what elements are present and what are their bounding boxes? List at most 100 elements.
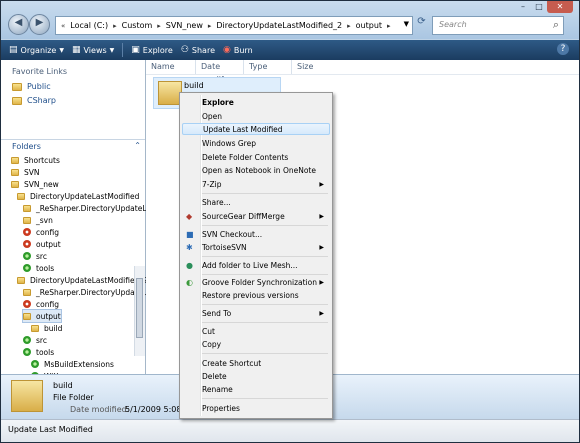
folder-icon — [11, 180, 19, 188]
tree-item-label: MsBuildExtensions — [44, 359, 114, 369]
menu-item-share[interactable]: Share... — [182, 196, 330, 208]
address-bar[interactable]: « Local (C:) ▸ Custom ▸ SVN_new ▸ Direct… — [55, 16, 413, 35]
explore-button[interactable]: ▣ Explore — [131, 45, 173, 55]
breadcrumb-separator-icon[interactable]: ▸ — [387, 22, 391, 30]
help-icon[interactable]: ? — [557, 43, 569, 55]
menu-item-7zip[interactable]: 7-Zip ▶ — [182, 178, 330, 190]
menu-item-rename[interactable]: Rename — [182, 383, 330, 395]
breadcrumb-directory[interactable]: DirectoryUpdateLastModified_2 — [216, 21, 342, 30]
breadcrumb-svn-new[interactable]: SVN_new — [166, 21, 203, 30]
tree-item[interactable]: _svn — [23, 214, 53, 226]
tree-item[interactable]: tools — [23, 346, 54, 358]
menu-separator — [202, 304, 328, 305]
search-icon[interactable]: ⌕ — [553, 18, 559, 32]
tree-item[interactable]: output — [23, 238, 61, 250]
menu-item-explore[interactable]: Explore — [182, 96, 330, 108]
tree-item-label: SVN_new — [24, 179, 59, 189]
tree-item[interactable]: tools — [23, 262, 54, 274]
menu-item-restore-previous-versions[interactable]: Restore previous versions — [182, 289, 330, 301]
favorite-link-csharp[interactable]: CSharp — [12, 96, 56, 105]
menu-item-label: Properties — [202, 403, 240, 413]
tree-item[interactable]: build — [31, 322, 62, 334]
explorer-window: ◀ ▶ « Local (C:) ▸ Custom ▸ SVN_new ▸ Di… — [0, 0, 580, 443]
breadcrumb-separator-icon[interactable]: ▸ — [113, 22, 117, 30]
submenu-arrow-icon: ▶ — [319, 309, 324, 317]
organize-button[interactable]: ▤ Organize ▼ — [9, 45, 64, 55]
menu-item-label: Open — [202, 111, 223, 121]
search-placeholder: Search — [439, 20, 467, 29]
folder-icon — [23, 288, 31, 296]
menu-item-delete-folder-contents[interactable]: Delete Folder Contents — [182, 151, 330, 163]
tree-item[interactable]: config — [23, 226, 59, 238]
folders-scrollbar[interactable] — [134, 266, 145, 356]
tree-item[interactable]: DirectoryUpdateLastModified_2 — [17, 274, 148, 286]
views-icon: ▦ — [71, 45, 81, 55]
menu-item-svn-checkout[interactable]: ■ SVN Checkout... — [182, 228, 330, 240]
menu-item-add-to-live-mesh[interactable]: ● Add folder to Live Mesh... — [182, 259, 330, 271]
tree-item[interactable]: src — [23, 250, 47, 262]
submenu-arrow-icon: ▶ — [319, 278, 324, 286]
menu-item-label: Add folder to Live Mesh... — [202, 260, 298, 270]
folder-icon — [23, 216, 31, 224]
tree-item[interactable]: MsBuildExtensions — [31, 358, 114, 370]
burn-label: Burn — [233, 45, 253, 55]
menu-item-delete[interactable]: Delete — [182, 370, 330, 382]
menu-item-properties[interactable]: Properties — [182, 402, 330, 414]
column-header-name[interactable]: Name — [146, 60, 196, 74]
details-type: File Folder — [53, 393, 94, 402]
chevron-up-icon[interactable]: ⌃ — [134, 141, 141, 150]
folders-header[interactable]: Folders ⌃ — [1, 139, 145, 154]
column-header-size[interactable]: Size — [292, 60, 340, 74]
back-arrow-icon: ◀ — [14, 17, 23, 28]
address-dropdown-icon[interactable]: ▼ — [404, 20, 409, 28]
menu-item-send-to[interactable]: Send To ▶ — [182, 307, 330, 319]
tree-item[interactable]: SVN_new — [11, 178, 59, 190]
share-button[interactable]: ⚇ Share — [181, 45, 215, 55]
column-header-date-modified[interactable]: Date modif... — [196, 60, 244, 84]
refresh-icon[interactable]: ⟳ — [414, 16, 429, 33]
menu-item-groove-sync[interactable]: ◐ Groove Folder Synchronization ▶ — [182, 276, 330, 288]
menu-separator — [202, 274, 328, 275]
menu-item-label: Open as Notebook in OneNote — [202, 165, 316, 175]
tree-item-label: DirectoryUpdateLastModified_2 — [30, 275, 148, 285]
menu-item-create-shortcut[interactable]: Create Shortcut — [182, 357, 330, 369]
breadcrumb-custom[interactable]: Custom — [122, 21, 153, 30]
views-button[interactable]: ▦ Views ▼ — [72, 45, 114, 55]
groove-icon: ◐ — [186, 277, 193, 287]
menu-item-open-as-notebook[interactable]: Open as Notebook in OneNote — [182, 164, 330, 176]
breadcrumb-output[interactable]: output — [356, 21, 382, 30]
tree-item[interactable]: SVN — [11, 166, 40, 178]
menu-item-copy[interactable]: Copy — [182, 338, 330, 350]
tree-item[interactable]: _ReSharper.DirectoryUpdateLast — [23, 202, 158, 214]
breadcrumb-separator-icon[interactable]: ▸ — [347, 22, 351, 30]
favorite-link-public[interactable]: Public — [12, 82, 51, 91]
column-header-type[interactable]: Type — [244, 60, 292, 74]
menu-item-open[interactable]: Open — [182, 110, 330, 122]
menu-item-update-last-modified[interactable]: Update Last Modified — [182, 123, 330, 135]
breadcrumb-root-icon: « — [61, 21, 66, 30]
menu-item-sourcegear-diffmerge[interactable]: ◆ SourceGear DiffMerge ▶ — [182, 210, 330, 222]
minimize-button[interactable]: – — [515, 1, 531, 13]
forward-button[interactable]: ▶ — [29, 14, 50, 35]
tree-item[interactable]: DirectoryUpdateLastModified — [17, 190, 139, 202]
menu-item-windows-grep[interactable]: Windows Grep — [182, 137, 330, 149]
maximize-button[interactable]: □ — [531, 1, 547, 13]
toolbar-divider — [122, 43, 124, 57]
back-button[interactable]: ◀ — [8, 14, 29, 35]
breadcrumb-separator-icon[interactable]: ▸ — [208, 22, 212, 30]
tree-item-label: build — [44, 323, 63, 333]
tree-item-selected[interactable]: output — [22, 309, 62, 323]
menu-item-tortoisesvn[interactable]: ✱ TortoiseSVN ▶ — [182, 241, 330, 253]
menu-item-cut[interactable]: Cut — [182, 325, 330, 337]
command-toolbar: ▤ Organize ▼ ▦ Views ▼ ▣ Explore ⚇ Share… — [1, 40, 579, 60]
menu-item-label: Delete — [202, 371, 227, 381]
breadcrumb-local-c[interactable]: Local (C:) — [70, 21, 108, 30]
tree-item[interactable]: Shortcuts — [11, 154, 60, 166]
scrollbar-thumb[interactable] — [136, 278, 143, 338]
svn-normal-icon — [23, 336, 31, 344]
burn-button[interactable]: ◉ Burn — [223, 45, 253, 55]
close-button[interactable]: ✕ — [547, 1, 573, 13]
breadcrumb-separator-icon[interactable]: ▸ — [157, 22, 161, 30]
search-input[interactable]: Search ⌕ — [432, 16, 564, 35]
tree-item[interactable]: src — [23, 334, 47, 346]
